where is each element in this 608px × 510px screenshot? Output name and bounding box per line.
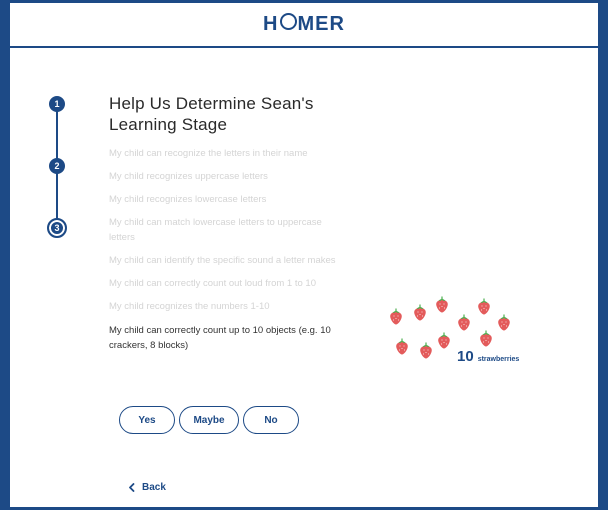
maybe-button[interactable]: Maybe bbox=[179, 406, 239, 434]
step-2: 2 bbox=[49, 158, 65, 174]
strawberry-icon bbox=[414, 304, 426, 321]
completed-statement: My child recognizes the numbers 1-10 bbox=[109, 301, 270, 312]
strawberry-icon bbox=[390, 308, 402, 325]
strawberry-icon bbox=[480, 330, 492, 347]
progress-stepper: 1 2 3 bbox=[46, 96, 70, 238]
step-1: 1 bbox=[49, 96, 65, 112]
strawberry-icon bbox=[498, 314, 510, 331]
strawberry-icon bbox=[436, 296, 448, 313]
logo-text: H MER bbox=[263, 13, 345, 35]
back-label: Back bbox=[142, 482, 166, 493]
count-label: 10 strawberries bbox=[457, 348, 519, 365]
answer-buttons: Yes Maybe No bbox=[119, 406, 299, 434]
count-number: 10 bbox=[457, 348, 474, 365]
completed-statement: My child can correctly count out loud fr… bbox=[109, 278, 316, 289]
step-3-current: 3 bbox=[47, 218, 67, 238]
question-panel: Help Us Determine Sean's Learning Stage … bbox=[109, 93, 349, 353]
completed-statement: My child recognizes uppercase letters bbox=[109, 171, 268, 182]
strawberry-icon bbox=[478, 298, 490, 315]
strawberry-icon bbox=[396, 338, 408, 355]
completed-statement: My child can match lowercase letters to … bbox=[109, 217, 322, 243]
homer-logo[interactable]: H MER bbox=[263, 13, 345, 36]
yes-button[interactable]: Yes bbox=[119, 406, 175, 434]
no-button[interactable]: No bbox=[243, 406, 299, 434]
completed-statement: My child can identify the specific sound… bbox=[109, 255, 336, 266]
strawberry-icon bbox=[420, 342, 432, 359]
page-title: Help Us Determine Sean's Learning Stage bbox=[109, 94, 314, 134]
header-bar: H MER bbox=[10, 0, 598, 48]
strawberry-icon bbox=[438, 332, 450, 349]
strawberry-icon bbox=[458, 314, 470, 331]
current-statement: My child can correctly count up to 10 ob… bbox=[109, 325, 331, 351]
chevron-left-icon bbox=[129, 483, 135, 492]
count-unit: strawberries bbox=[477, 356, 520, 363]
back-link[interactable]: Back bbox=[128, 482, 166, 493]
completed-statement: My child can recognize the letters in th… bbox=[109, 148, 308, 159]
completed-statement: My child recognizes lowercase letters bbox=[109, 194, 267, 205]
strawberries-illustration: 10 strawberries bbox=[385, 290, 545, 375]
logo-o-ring bbox=[279, 13, 297, 30]
